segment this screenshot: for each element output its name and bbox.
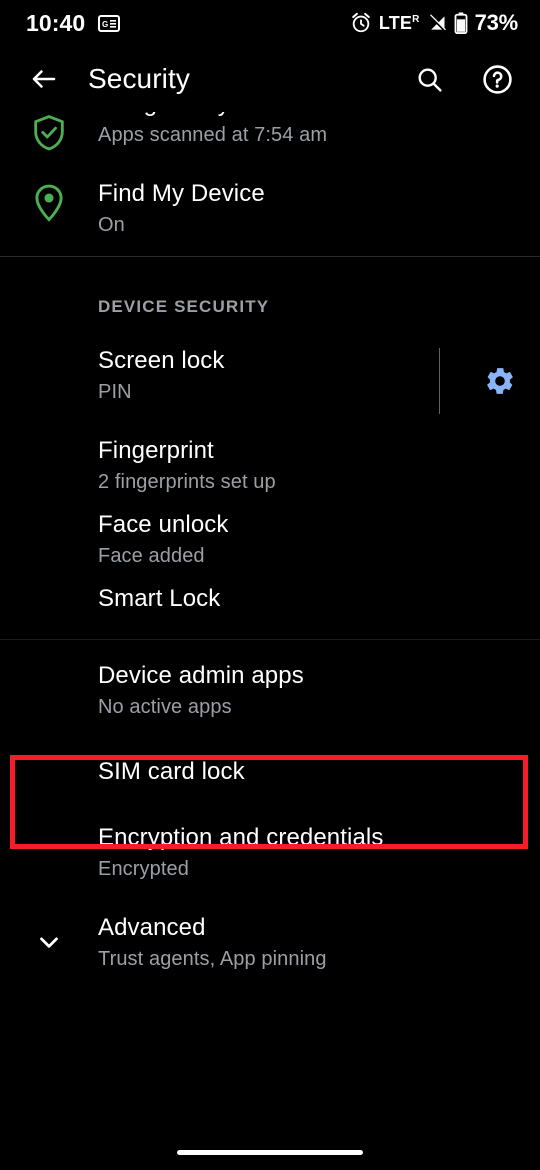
list-item-play-protect[interactable]: Google Play Protect Apps scanned at 7:54… bbox=[0, 112, 540, 160]
list-item-title: Screen lock bbox=[98, 347, 225, 374]
back-button[interactable] bbox=[18, 53, 70, 105]
location-pin-icon bbox=[34, 184, 64, 222]
row-body: Google Play Protect Apps scanned at 7:54… bbox=[98, 112, 516, 147]
google-news-card-icon: G bbox=[98, 14, 121, 32]
search-icon bbox=[415, 65, 444, 94]
row-icon-slot bbox=[0, 112, 98, 152]
list-item-title: SIM card lock bbox=[98, 758, 245, 785]
list-item-subtitle: 2 fingerprints set up bbox=[98, 471, 276, 494]
signal-bars-no-service-icon bbox=[427, 13, 447, 33]
list-item-advanced[interactable]: Advanced Trust agents, App pinning bbox=[0, 901, 540, 983]
shield-check-icon bbox=[32, 114, 66, 152]
screen-lock-settings-area bbox=[439, 335, 540, 427]
battery-icon bbox=[454, 12, 468, 34]
alarm-clock-icon bbox=[350, 12, 372, 34]
list-item-title: Smart Lock bbox=[98, 585, 221, 612]
row-body: Screen lock PIN bbox=[0, 335, 439, 427]
navigation-bar bbox=[0, 1134, 540, 1170]
row-body: Device admin apps No active apps bbox=[0, 662, 516, 719]
app-bar-actions bbox=[406, 56, 520, 102]
app-bar: Security bbox=[0, 46, 540, 112]
list-item-title: Fingerprint bbox=[98, 437, 214, 464]
list-item-title: Advanced bbox=[98, 913, 206, 941]
list-item-face-unlock[interactable]: Face unlock Face added bbox=[0, 501, 540, 575]
status-bar-left: 10:40 G bbox=[26, 9, 121, 37]
list-item-subtitle: Encrypted bbox=[98, 858, 189, 881]
list-item-subtitle: PIN bbox=[98, 381, 132, 404]
screen-lock-settings-button[interactable] bbox=[472, 353, 528, 409]
battery-percentage: 73% bbox=[474, 10, 519, 35]
list-item-title: Face unlock bbox=[98, 511, 229, 538]
list-item-fingerprint[interactable]: Fingerprint 2 fingerprints set up bbox=[0, 427, 540, 501]
vertical-divider bbox=[439, 348, 440, 414]
gesture-home-handle[interactable] bbox=[177, 1149, 363, 1155]
settings-scroll-list[interactable]: Google Play Protect Apps scanned at 7:54… bbox=[0, 112, 540, 1170]
chevron-down-icon bbox=[34, 927, 64, 957]
list-item-encryption-and-credentials[interactable]: Encryption and credentials Encrypted bbox=[0, 800, 540, 881]
advanced-expand-icon-slot bbox=[0, 927, 98, 957]
list-item-subtitle: Apps scanned at 7:54 am bbox=[98, 124, 328, 147]
list-item-subtitle: Trust agents, App pinning bbox=[98, 947, 327, 970]
list-item-find-my-device[interactable]: Find My Device On bbox=[0, 160, 540, 256]
row-body: Find My Device On bbox=[98, 180, 516, 237]
list-item-sim-card-lock[interactable]: SIM card lock bbox=[0, 734, 540, 800]
row-icon-slot bbox=[0, 180, 98, 222]
svg-text:G: G bbox=[102, 20, 108, 29]
phone-screen: 10:40 G LTER 73% Security Apps scanned a… bbox=[0, 0, 540, 1170]
row-body: Smart Lock bbox=[0, 585, 516, 613]
search-button[interactable] bbox=[406, 56, 452, 102]
status-bar-right: LTER 73% bbox=[350, 10, 518, 36]
row-body: Advanced Trust agents, App pinning bbox=[98, 914, 540, 971]
row-body: Face unlock Face added bbox=[0, 511, 516, 568]
list-item-title: Device admin apps bbox=[98, 662, 304, 689]
row-body: Fingerprint 2 fingerprints set up bbox=[0, 437, 516, 494]
status-bar: 10:40 G LTER 73% bbox=[0, 0, 540, 46]
list-item-smart-lock[interactable]: Smart Lock bbox=[0, 575, 540, 639]
row-body: Encryption and credentials Encrypted bbox=[0, 824, 516, 881]
page-title: Security bbox=[88, 63, 190, 94]
list-item-subtitle: Face added bbox=[98, 545, 205, 568]
arrow-back-icon bbox=[29, 64, 59, 94]
section-header-device-security: DEVICE SECURITY bbox=[98, 297, 270, 316]
list-item-screen-lock[interactable]: Screen lock PIN bbox=[0, 335, 540, 427]
list-item-device-admin-apps[interactable]: Device admin apps No active apps bbox=[0, 640, 540, 734]
network-type-label: LTER bbox=[378, 12, 420, 33]
status-bar-clock: 10:40 bbox=[26, 9, 86, 36]
list-item-title: Encryption and credentials bbox=[98, 824, 384, 851]
list-item-subtitle: On bbox=[98, 214, 125, 237]
row-body: SIM card lock bbox=[0, 758, 516, 786]
help-circle-icon bbox=[482, 64, 513, 95]
list-item-subtitle: No active apps bbox=[98, 696, 232, 719]
list-item-title: Google Play Protect bbox=[98, 112, 516, 118]
help-button[interactable] bbox=[474, 56, 520, 102]
gear-icon bbox=[484, 365, 516, 397]
list-item-title: Find My Device bbox=[98, 180, 265, 207]
